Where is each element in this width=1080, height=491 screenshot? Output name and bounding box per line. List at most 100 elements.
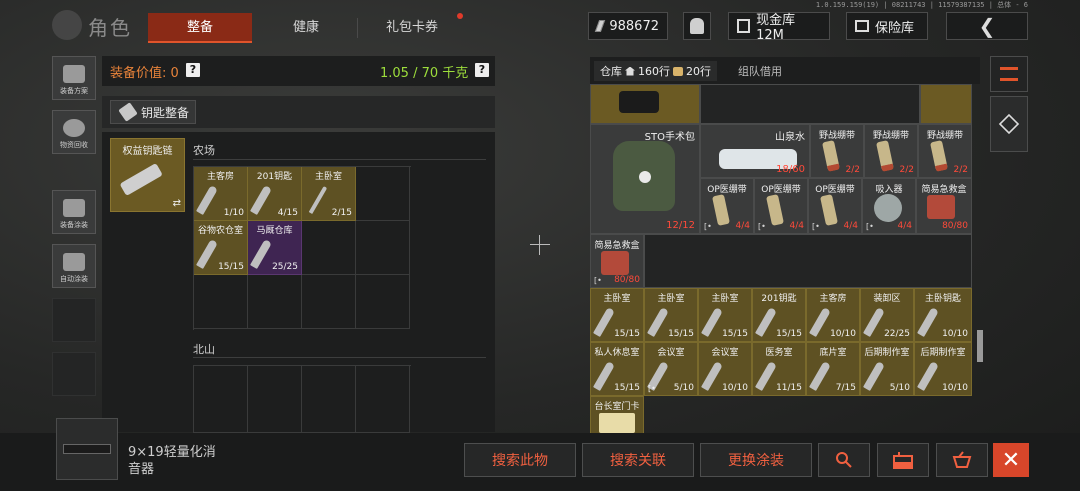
empty-slot[interactable]	[194, 366, 248, 433]
basket-button[interactable]	[936, 443, 988, 477]
stash-key-slot[interactable]: 后期制作室 5/10	[860, 342, 914, 396]
item-name: OP医绷带	[761, 185, 801, 195]
stash-key-slot[interactable]: 底片室 7/15	[806, 342, 860, 396]
empty-slot[interactable]	[248, 275, 302, 329]
stash-item-surgical-kit[interactable]: STO手术包 12/12	[590, 124, 700, 234]
item-count: 80/80	[614, 275, 640, 285]
layer-filter-button[interactable]	[990, 96, 1028, 152]
swap-icon[interactable]: ⇄	[173, 198, 181, 209]
bandage-icon	[930, 140, 948, 172]
back-button[interactable]: ❮	[946, 12, 1028, 40]
bandage-icon	[766, 194, 784, 226]
sidebar-loadout[interactable]: 装备方案	[52, 56, 96, 100]
search-button[interactable]	[818, 443, 870, 477]
key-slot[interactable]: 主客房 1/10	[194, 167, 248, 221]
key-icon	[917, 361, 939, 391]
tab-gift-cards[interactable]: 礼包卡券	[360, 13, 464, 43]
stash-key-slot[interactable]: 主卧室 15/15	[698, 288, 752, 342]
empty-slot[interactable]	[356, 221, 410, 275]
stash-item-optic[interactable]	[590, 84, 700, 124]
empty-slot[interactable]	[248, 366, 302, 433]
tab-preparation[interactable]: 整备	[148, 13, 252, 43]
keychain-device-icon	[119, 162, 163, 197]
sidebar-paint[interactable]: 装备涂装	[52, 190, 96, 234]
empty-slot[interactable]	[356, 275, 410, 329]
selected-item-thumbnail[interactable]	[56, 418, 118, 480]
stash-key-slot[interactable]: 201钥匙 15/15	[752, 288, 806, 342]
empty-slot[interactable]	[356, 167, 410, 221]
sidebar-auto-paint[interactable]: 自动涂装	[52, 244, 96, 288]
empty-slot[interactable]	[302, 275, 356, 329]
help-icon[interactable]: ?	[186, 63, 200, 77]
stash-box-button[interactable]	[877, 443, 929, 477]
safe-vault-button[interactable]: 保险库	[846, 12, 928, 40]
ticket-icon	[673, 66, 683, 76]
tab-stash[interactable]: 仓库 160行 20行	[594, 61, 717, 81]
stash-item-first-aid[interactable]: 简易急救盒 80/80	[916, 178, 972, 234]
currency-display: 988672	[588, 12, 668, 40]
stash-key-slot[interactable]: 装卸区 22/25	[860, 288, 914, 342]
stash-key-slot[interactable]: 主卧室 15/15	[644, 288, 698, 342]
stash-key-slot[interactable]: 医务室 11/15	[752, 342, 806, 396]
optic-icon	[619, 91, 659, 113]
stash-scrollbar[interactable]	[977, 330, 983, 362]
stash-tab-label: 仓库	[600, 65, 622, 78]
key-slot[interactable]: 谷物农仓室 15/15	[194, 221, 248, 275]
stash-key-slot[interactable]: 私人休息室 15/15	[590, 342, 644, 396]
stash-item-op-bandage[interactable]: OP医绷带 [• 4/4	[808, 178, 862, 234]
stash-key-slot[interactable]: 会议室 [• 5/10	[644, 342, 698, 396]
change-skin-button[interactable]: 更换涂装	[700, 443, 812, 477]
currency-value: 988672	[609, 18, 659, 34]
close-button[interactable]: ✕	[993, 443, 1029, 477]
item-name: 台长室门卡	[594, 402, 640, 412]
stash-item-bandage[interactable]: 野战绷带 2/2	[864, 124, 918, 178]
stash-item-water[interactable]: 山泉水 18/60	[700, 124, 810, 178]
stash-item-first-aid[interactable]: 简易急救盒 [• 80/80	[590, 234, 644, 288]
stash-item-op-bandage[interactable]: OP医绷带 [• 4/4	[754, 178, 808, 234]
tab-health[interactable]: 健康	[254, 13, 358, 43]
key-slot[interactable]: 主卧室 2/15	[302, 167, 356, 221]
empty-slot[interactable]	[302, 366, 356, 433]
empty-slot[interactable]	[356, 366, 410, 433]
search-item-button[interactable]: 搜索此物	[464, 443, 576, 477]
home-icon	[625, 66, 635, 76]
avatar-button[interactable]	[683, 12, 711, 40]
stash-key-slot[interactable]: 主客房 10/10	[806, 288, 860, 342]
key-slot[interactable]: 马厩仓库 25/25	[248, 221, 302, 275]
keychain-slot[interactable]: 权益钥匙链 ⇄	[110, 138, 185, 212]
key-icon	[755, 307, 777, 337]
key-count: 15/15	[218, 262, 244, 272]
medical-cross-icon	[639, 171, 651, 183]
key-icon	[308, 186, 328, 214]
search-related-button[interactable]: 搜索关联	[582, 443, 694, 477]
stash-item-partial[interactable]	[920, 84, 972, 124]
stash-item-op-bandage[interactable]: OP医绷带 [• 4/4	[700, 178, 754, 234]
key-count: 15/15	[668, 329, 694, 339]
cash-vault-button[interactable]: 现金库 12M	[728, 12, 830, 43]
stash-key-slot[interactable]: 主卧钥匙 10/10	[914, 288, 972, 342]
tab-team-borrow[interactable]: 组队借用	[732, 61, 788, 81]
stash-item-bandage[interactable]: 野战绷带 2/2	[810, 124, 864, 178]
item-count: 2/2	[953, 165, 968, 175]
key-name: 私人休息室	[594, 348, 640, 358]
item-count: 4/4	[735, 221, 750, 231]
safe-icon	[855, 20, 869, 32]
empty-slot[interactable]	[302, 221, 356, 275]
sidebar-recycle[interactable]: 物资回收	[52, 110, 96, 154]
stash-key-row: 主卧室 15/15 主卧室 15/15 主卧室 15/15 201钥匙 15/15 主客…	[590, 288, 972, 342]
key-prep-title[interactable]: 钥匙整备	[110, 100, 196, 124]
link-icon: [•	[704, 222, 712, 231]
stack-sort-icon	[1000, 67, 1018, 81]
key-slot[interactable]: 201钥匙 4/15	[248, 167, 302, 221]
stash-item-keycard[interactable]: 台长室门卡	[590, 396, 644, 436]
item-name: 野战绷带	[818, 131, 855, 141]
sort-stash-button[interactable]	[990, 56, 1028, 92]
stash-key-slot[interactable]: 主卧室 15/15	[590, 288, 644, 342]
stash-item-bandage[interactable]: 野战绷带 2/2	[918, 124, 972, 178]
stash-key-slot[interactable]: 后期制作室 10/10	[914, 342, 972, 396]
stash-key-slot[interactable]: 会议室 10/10	[698, 342, 752, 396]
help-icon[interactable]: ?	[475, 63, 489, 77]
stash-item-inhaler[interactable]: 吸入器 [• 4/4	[862, 178, 916, 234]
sidebar-label: 自动涂装	[60, 275, 88, 283]
empty-slot[interactable]	[194, 275, 248, 329]
